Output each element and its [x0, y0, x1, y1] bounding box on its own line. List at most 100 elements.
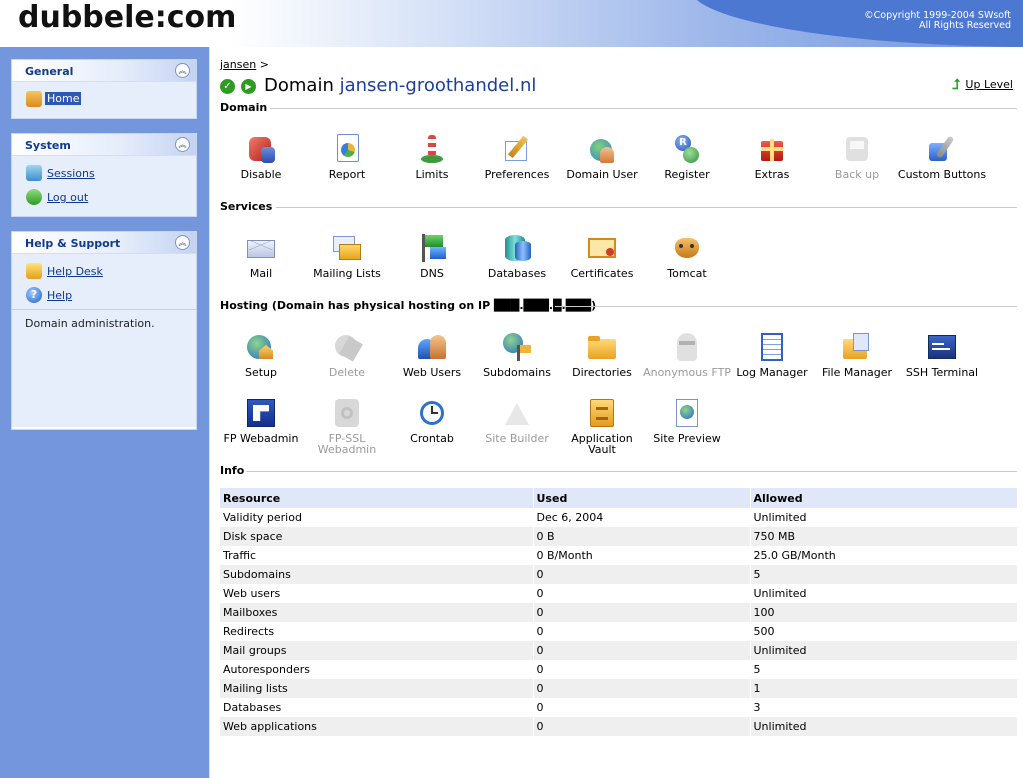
- tool-domain-user[interactable]: Domain User: [557, 133, 647, 180]
- collapse-icon[interactable]: ︽: [175, 235, 190, 250]
- system-panel-header[interactable]: System ︽: [12, 134, 196, 156]
- tool-mail[interactable]: Mail: [216, 232, 306, 279]
- backup-icon: [841, 133, 873, 165]
- tool-certificates[interactable]: Certificates: [557, 232, 647, 279]
- info-table: Resource Used Allowed Validity period Dec…: [220, 488, 1018, 736]
- table-cell: 0: [533, 660, 751, 679]
- tool-label: Domain User: [566, 168, 638, 181]
- table-cell: Validity period: [220, 508, 534, 527]
- table-row: Redirects 0 500: [220, 622, 1018, 641]
- sidebar-item-label[interactable]: Sessions: [47, 167, 95, 180]
- tool-report[interactable]: Report: [302, 133, 392, 180]
- sidebar-item-help-desk[interactable]: Help Desk: [12, 259, 196, 283]
- tool-label: FP-SSL Webadmin: [317, 432, 377, 456]
- tool-subdomains[interactable]: Subdomains: [472, 331, 562, 378]
- tool-directories[interactable]: Directories: [557, 331, 647, 378]
- column-header: Used: [533, 488, 751, 508]
- table-row: Disk space 0 B 750 MB: [220, 527, 1018, 546]
- file-manager-icon: [841, 331, 873, 363]
- tool-label: Tomcat: [667, 267, 707, 280]
- table-cell: 0: [533, 717, 751, 736]
- table-cell: 0: [533, 641, 751, 660]
- collapse-icon[interactable]: ︽: [175, 137, 190, 152]
- tool-web-users[interactable]: Web Users: [387, 331, 477, 378]
- tool-label: File Manager: [821, 366, 893, 379]
- tool-label: Limits: [415, 168, 449, 181]
- page-title-prefix: Domain: [264, 75, 334, 96]
- sidebar-item-label[interactable]: Home: [45, 92, 82, 105]
- column-header: Allowed: [750, 488, 1018, 508]
- tool-extras[interactable]: Extras: [727, 133, 817, 180]
- tool-file-manager[interactable]: File Manager: [812, 331, 902, 378]
- sidebar-item-home[interactable]: Home: [12, 87, 196, 111]
- section-divider: [276, 207, 1017, 208]
- table-cell: 5: [750, 660, 1018, 679]
- delete-icon: [331, 331, 363, 363]
- tool-custom-buttons[interactable]: Custom Buttons: [897, 133, 987, 180]
- tool-label: Application Vault: [571, 432, 633, 456]
- tool-fp-webadmin[interactable]: FP Webadmin: [216, 397, 306, 444]
- tool-label: Setup: [244, 366, 278, 379]
- tool-dns[interactable]: DNS: [387, 232, 477, 279]
- general-panel-header[interactable]: General ︽: [12, 60, 196, 82]
- tool-ssh-terminal[interactable]: SSH Terminal: [897, 331, 987, 378]
- table-row: Mail groups 0 Unlimited: [220, 641, 1018, 660]
- tool-label: Anonymous FTP: [643, 366, 731, 379]
- table-row: Mailing lists 0 1: [220, 679, 1018, 698]
- web-users-icon: [416, 331, 448, 363]
- tool-label: Crontab: [410, 432, 454, 445]
- ssh-terminal-icon: [926, 331, 958, 363]
- table-cell: 0 B/Month: [533, 546, 751, 565]
- tool-tomcat[interactable]: Tomcat: [642, 232, 732, 279]
- mailing-lists-icon: [331, 232, 363, 264]
- tool-label: Web Users: [402, 366, 462, 379]
- tool-label: Subdomains: [483, 366, 551, 379]
- tool-label: FP Webadmin: [223, 432, 299, 445]
- tool-label: Custom Buttons: [897, 168, 987, 181]
- help-panel-header[interactable]: Help & Support ︽: [12, 232, 196, 254]
- sidebar-item-help[interactable]: ? Help: [12, 283, 196, 307]
- tool-register[interactable]: R Register: [642, 133, 732, 180]
- table-cell: Redirects: [220, 622, 534, 641]
- tool-setup[interactable]: Setup: [216, 331, 306, 378]
- table-cell: 0: [533, 584, 751, 603]
- sidebar-item-label[interactable]: Help: [47, 289, 72, 302]
- section-divider: [270, 108, 1017, 109]
- tool-log-manager[interactable]: Log Manager: [727, 331, 817, 378]
- setup-icon: [245, 331, 277, 363]
- anonymous-ftp-icon: [671, 331, 703, 363]
- tool-crontab[interactable]: Crontab: [387, 397, 477, 444]
- tool-label: SSH Terminal: [905, 366, 979, 379]
- tool-disable[interactable]: Disable: [216, 133, 306, 180]
- system-panel: System ︽ Sessions Log out: [11, 133, 197, 217]
- table-cell: 0: [533, 565, 751, 584]
- tool-site-preview[interactable]: Site Preview: [642, 397, 732, 444]
- section-divider: [246, 471, 1017, 472]
- collapse-icon[interactable]: ︽: [175, 63, 190, 78]
- tool-fp-ssl-webadmin: FP-SSL Webadmin: [302, 397, 392, 455]
- sidebar-item-label[interactable]: Log out: [47, 191, 88, 204]
- tool-label: Mailing Lists: [313, 267, 381, 280]
- page-title: Domain jansen-groothandel.nl: [264, 75, 536, 96]
- table-cell: Web users: [220, 584, 534, 603]
- logout-icon: [26, 189, 42, 205]
- sidebar-item-sessions[interactable]: Sessions: [12, 161, 196, 185]
- tool-preferences[interactable]: Preferences: [472, 133, 562, 180]
- tool-site-builder: Site Builder: [472, 397, 562, 444]
- section-title-hosting: Hosting (Domain has physical hosting on …: [220, 299, 597, 312]
- sidebar-item-logout[interactable]: Log out: [12, 185, 196, 209]
- tool-application-vault[interactable]: Application Vault: [557, 397, 647, 455]
- breadcrumb-link[interactable]: jansen: [220, 58, 256, 71]
- panel-title: Help & Support: [25, 237, 121, 250]
- up-level-link[interactable]: Up Level: [965, 78, 1013, 91]
- tool-mailing-lists[interactable]: Mailing Lists: [302, 232, 392, 279]
- tool-delete: Delete: [302, 331, 392, 378]
- table-cell: Mail groups: [220, 641, 534, 660]
- up-level-icon[interactable]: ⮥: [952, 78, 965, 93]
- logo: dubbele:com: [18, 0, 237, 35]
- table-header-row: Resource Used Allowed: [220, 488, 1018, 508]
- tool-databases[interactable]: Databases: [472, 232, 562, 279]
- table-cell: Traffic: [220, 546, 534, 565]
- sidebar-item-label[interactable]: Help Desk: [47, 265, 103, 278]
- tool-limits[interactable]: Limits: [387, 133, 477, 180]
